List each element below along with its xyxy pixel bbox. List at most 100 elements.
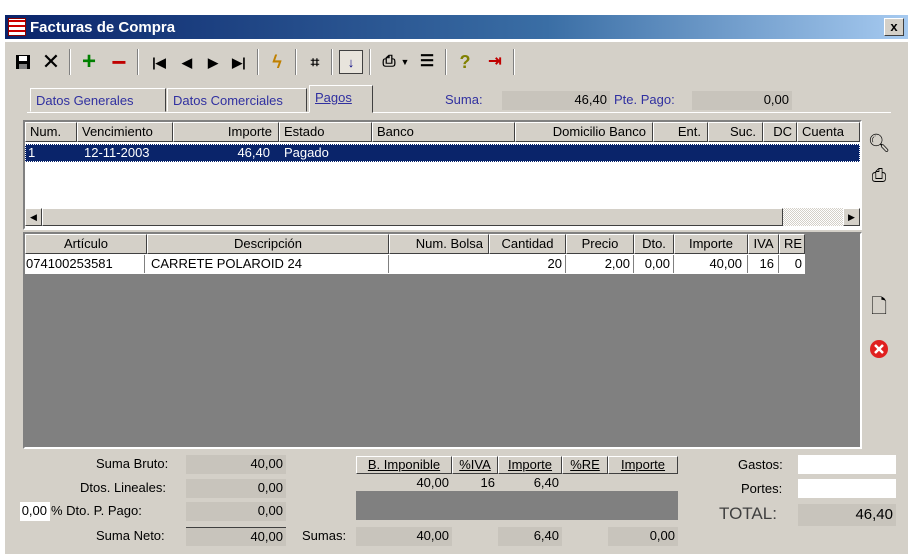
scroll-track[interactable]	[783, 208, 843, 226]
horizontal-scrollbar[interactable]: ◀ ▶	[25, 208, 860, 226]
toolbar-separator	[513, 49, 515, 75]
cancel-icon[interactable]: ✕	[39, 50, 63, 74]
print-icon[interactable]: ⎙	[866, 162, 892, 188]
app-icon	[8, 18, 26, 36]
dto-pp-pct-input[interactable]: 0,00	[20, 502, 50, 521]
title-bar: Facturas de Compra x	[5, 15, 908, 39]
tax-col-re-importe: Importe	[608, 456, 678, 474]
tax-re-importe	[608, 474, 678, 491]
toolbar-separator	[331, 49, 333, 75]
col-vencimiento[interactable]: Vencimiento	[77, 122, 173, 142]
next-record-icon[interactable]: ▶	[201, 50, 225, 74]
toolbar-separator	[257, 49, 259, 75]
cell-descripcion: CARRETE POLAROID 24	[147, 255, 389, 273]
window-title: Facturas de Compra	[30, 18, 176, 36]
col-num[interactable]: Num.	[25, 122, 77, 142]
col-cantidad[interactable]: Cantidad	[489, 234, 566, 254]
delete-icon[interactable]	[866, 336, 892, 362]
col-re[interactable]: RE	[779, 234, 805, 254]
col-cuenta[interactable]: Cuenta	[797, 122, 860, 142]
tax-col-iva-pct: %IVA	[452, 456, 498, 474]
col-importe[interactable]: Importe	[173, 122, 279, 142]
lines-grid[interactable]: Artículo Descripción Num. Bolsa Cantidad…	[23, 232, 862, 449]
tax-re-pct	[562, 474, 608, 491]
printer-icon[interactable]: ⎙	[377, 50, 401, 74]
tax-base: 40,00	[356, 474, 452, 491]
new-document-icon[interactable]: 🗋	[866, 296, 892, 322]
sumas-label: Sumas:	[302, 528, 347, 543]
exit-icon[interactable]: ⇥	[483, 50, 507, 74]
dtos-lineales-value: 0,00	[186, 479, 286, 498]
cell-cantidad: 20	[489, 255, 566, 273]
row-importe: 46,40	[237, 145, 270, 160]
row-estado: Pagado	[284, 145, 329, 160]
toolbar-separator	[445, 49, 447, 75]
tax-table: B. Imponible %IVA Importe %RE Importe 40…	[356, 456, 678, 520]
tax-col-iva-importe: Importe	[498, 456, 562, 474]
pte-pago-label: Pte. Pago:	[614, 92, 675, 107]
lightning-icon[interactable]: ϟ	[265, 50, 289, 74]
col-dc[interactable]: DC	[763, 122, 797, 142]
row-vencimiento: 12-11-2003	[84, 145, 150, 160]
col-articulo[interactable]: Artículo	[25, 234, 147, 254]
tab-datos-generales[interactable]: Datos Generales	[30, 88, 166, 112]
dto-pp-value: 0,00	[186, 502, 286, 521]
close-button[interactable]: x	[884, 18, 904, 36]
total-value: 46,40	[798, 504, 896, 526]
suma-bruto-label: Suma Bruto:	[96, 456, 169, 471]
tab-pagos[interactable]: Pagos	[309, 85, 373, 113]
prev-record-icon[interactable]: ◀	[175, 50, 199, 74]
binoculars-icon[interactable]: ⌗	[303, 50, 327, 74]
col-precio[interactable]: Precio	[566, 234, 634, 254]
portes-input[interactable]	[798, 479, 896, 498]
col-ent[interactable]: Ent.	[653, 122, 708, 142]
sumas-iva: 6,40	[498, 527, 562, 546]
cell-dto: 0,00	[634, 255, 674, 273]
dto-pp-label: % Dto. P. Pago:	[51, 503, 142, 518]
dtos-lineales-label: Dtos. Lineales:	[80, 480, 166, 495]
tax-iva-pct: 16	[452, 474, 498, 491]
toolbar-separator	[137, 49, 139, 75]
gastos-label: Gastos:	[738, 457, 783, 472]
save-icon[interactable]	[11, 50, 35, 74]
scroll-right-icon[interactable]: ▶	[843, 208, 860, 226]
col-dto[interactable]: Dto.	[634, 234, 674, 254]
help-icon[interactable]: ?	[453, 50, 477, 74]
suma-label: Suma:	[445, 92, 483, 107]
sumas-base: 40,00	[356, 527, 452, 546]
pte-pago-value: 0,00	[692, 91, 792, 110]
first-record-icon[interactable]: |◀	[147, 50, 171, 74]
col-num-bolsa[interactable]: Num. Bolsa	[389, 234, 489, 254]
last-record-icon[interactable]: ▶|	[227, 50, 251, 74]
tax-col-re-pct: %RE	[562, 456, 608, 474]
cell-iva: 16	[748, 255, 779, 273]
report-icon[interactable]: ☰	[415, 50, 439, 74]
col-banco[interactable]: Banco	[372, 122, 515, 142]
table-row[interactable]: 074100253581 CARRETE POLAROID 24 20 2,00…	[25, 254, 805, 274]
col-importe[interactable]: Importe	[674, 234, 748, 254]
col-iva[interactable]: IVA	[748, 234, 779, 254]
preview-icon[interactable]: 🔍︎	[866, 130, 892, 156]
portes-label: Portes:	[741, 481, 783, 496]
col-estado[interactable]: Estado	[279, 122, 372, 142]
tab-datos-comerciales[interactable]: Datos Comerciales	[167, 88, 307, 112]
table-row[interactable]: 1 12-11-2003 46,40 Pagado	[25, 144, 860, 162]
cell-precio: 2,00	[566, 255, 634, 273]
scroll-thumb[interactable]	[42, 208, 783, 226]
tax-col-base: B. Imponible	[356, 456, 452, 474]
col-suc[interactable]: Suc.	[708, 122, 763, 142]
gastos-input[interactable]	[798, 455, 896, 474]
tab-baseline	[27, 112, 891, 114]
total-label: TOTAL:	[719, 504, 777, 523]
remove-icon[interactable]: −	[107, 49, 131, 75]
chevron-down-icon[interactable]: ▼	[399, 50, 411, 74]
payments-grid[interactable]: Num. Vencimiento Importe Estado Banco Do…	[23, 120, 862, 230]
sort-icon[interactable]: ↓	[339, 50, 363, 74]
suma-value: 46,40	[502, 91, 610, 110]
col-domicilio-banco[interactable]: Domicilio Banco	[515, 122, 653, 142]
add-icon[interactable]: +	[77, 50, 101, 74]
invoice-window: Facturas de Compra x ✕ + − |◀ ◀ ▶ ▶| ϟ ⌗…	[0, 0, 913, 554]
col-descripcion[interactable]: Descripción	[147, 234, 389, 254]
cell-articulo: 074100253581	[25, 255, 145, 273]
scroll-left-icon[interactable]: ◀	[25, 208, 42, 226]
